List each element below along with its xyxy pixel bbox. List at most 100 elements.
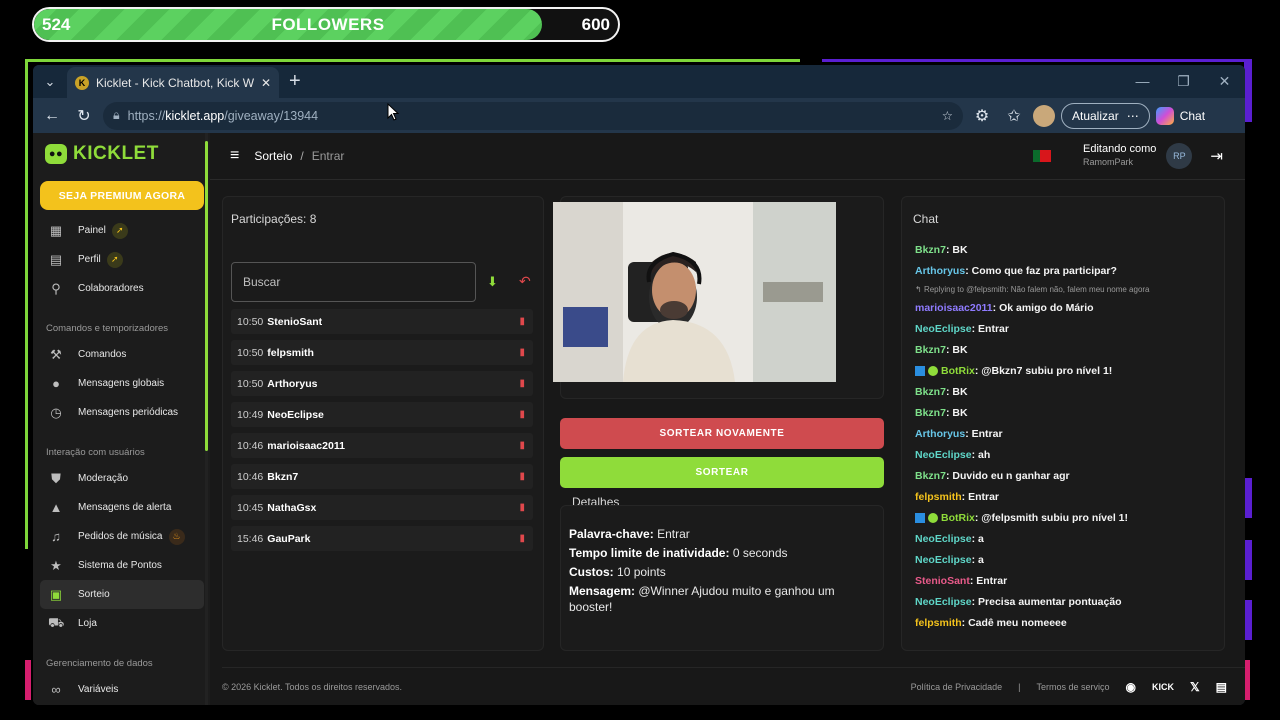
lock-icon: 🔒︎	[113, 108, 120, 122]
trash-icon[interactable]: ▮	[519, 347, 525, 358]
breadcrumb-sorteio[interactable]: Sorteio	[254, 149, 292, 163]
browser-tab[interactable]: K Kicklet - Kick Chatbot, Kick Widget ✕	[67, 67, 279, 98]
trash-icon[interactable]: ▮	[519, 533, 525, 544]
trash-icon[interactable]: ▮	[519, 378, 525, 389]
chat-username[interactable]: Bkzn7	[915, 470, 946, 482]
sidebar-item-perfil[interactable]: ▤ Perfil ➚	[40, 245, 204, 274]
chat-username[interactable]: NeoEclipse	[915, 449, 972, 461]
sidebar-item-comandos[interactable]: ⚒ Comandos	[40, 340, 204, 369]
chat-username[interactable]: Bkzn7	[915, 244, 946, 256]
new-tab-icon[interactable]: +	[289, 70, 301, 93]
chat-username[interactable]: NeoEclipse	[915, 323, 972, 335]
chat-text: @Bkzn7 subiu pro nível 1!	[981, 364, 1113, 377]
favorites-icon[interactable]: ✩	[1001, 103, 1027, 129]
chat-username[interactable]: felpsmith	[915, 617, 962, 629]
sidebar-item-colaboradores[interactable]: ⚲ Colaboradores	[40, 274, 204, 303]
sidebar-item-modera-o[interactable]: ⛊ Moderação	[40, 464, 204, 493]
discord-icon[interactable]: ◉	[1126, 680, 1136, 694]
redraw-button[interactable]: SORTEAR NOVAMENTE	[560, 418, 884, 449]
hammer-icon: ⚒	[50, 346, 62, 362]
favorite-star-icon[interactable]: ☆	[942, 108, 953, 123]
chat-messages: Bkzn7: BK Arthoryus: Como que faz pra par…	[915, 239, 1221, 633]
chat-username[interactable]: Bkzn7	[915, 386, 946, 398]
sidebar-item-label: Moderação	[78, 473, 129, 484]
sidebar-item-mensagens-globais[interactable]: ● Mensagens globais	[40, 369, 204, 398]
update-button[interactable]: Atualizar ⋯	[1061, 102, 1150, 129]
followers-label: FOLLOWERS	[271, 15, 385, 34]
profile-avatar[interactable]	[1033, 104, 1055, 127]
url-bar[interactable]: 🔒︎ https://kicklet.app/giveaway/13944 ☆	[103, 101, 963, 130]
sidebar-item-sistema-de-pontos[interactable]: ★ Sistema de Pontos	[40, 551, 204, 580]
download-icon[interactable]: ⬇	[487, 274, 498, 290]
trash-icon[interactable]: ▮	[519, 471, 525, 482]
chat-message: Arthoryus: Entrar	[915, 427, 1003, 440]
trash-icon[interactable]: ▮	[519, 409, 525, 420]
sidebar-item-mensagens-peri-dicas[interactable]: ◷ Mensagens periódicas	[40, 398, 204, 427]
participant-name: StenioSant	[267, 315, 323, 328]
sidebar-item-pedidos-de-m-sica[interactable]: ♫ Pedidos de música ♨	[40, 522, 204, 551]
participant-row: 10:50 StenioSant ▮	[231, 309, 533, 334]
participant-row: 10:50 Arthoryus ▮	[231, 371, 533, 396]
chat-username[interactable]: Bkzn7	[915, 407, 946, 419]
logout-icon[interactable]: ⇥	[1210, 147, 1223, 165]
kicklet-logo[interactable]: ●● KICKLET	[40, 141, 204, 167]
premium-button[interactable]: SEJA PREMIUM AGORA	[40, 181, 204, 210]
detail-message: Mensagem: @Winner Ajudou muito e ganhou …	[569, 584, 835, 614]
extensions-icon[interactable]: ⚙	[969, 103, 995, 129]
dashboard-icon: ▦	[49, 222, 63, 238]
menu-toggle-icon[interactable]: ≡	[230, 147, 239, 165]
restore-icon[interactable]: ❐	[1163, 73, 1204, 90]
chat-username[interactable]: Bkzn7	[915, 344, 946, 356]
trash-icon[interactable]: ▮	[519, 316, 525, 327]
chat-username[interactable]: NeoEclipse	[915, 596, 972, 608]
kick-icon[interactable]: KICK	[1152, 682, 1174, 692]
reply-arrow-icon: ↰	[915, 284, 924, 294]
tab-close-icon[interactable]: ✕	[261, 76, 271, 90]
title-bar: ⌄ K Kicklet - Kick Chatbot, Kick Widget …	[33, 65, 1245, 98]
copilot-chat-button[interactable]: Chat	[1155, 106, 1205, 125]
chat-text: @felpsmith subiu pro nível 1!	[981, 511, 1129, 524]
trash-icon[interactable]: ▮	[519, 440, 525, 451]
close-window-icon[interactable]: ✕	[1204, 73, 1245, 90]
x-icon[interactable]: 𝕏	[1190, 680, 1200, 694]
sidebar-item-loja[interactable]: ⛟ Loja	[40, 609, 204, 638]
search-input[interactable]: Buscar	[231, 262, 476, 302]
tab-list-chevron-icon[interactable]: ⌄	[37, 69, 63, 95]
document-icon[interactable]: ▤	[1216, 680, 1227, 694]
portugal-flag-icon[interactable]	[1033, 150, 1052, 162]
chat-username[interactable]: BotRix	[941, 512, 975, 524]
trash-icon[interactable]: ▮	[519, 502, 525, 513]
chat-username[interactable]: marioisaac2011	[915, 302, 993, 314]
chat-username[interactable]: BotRix	[941, 365, 975, 377]
chat-username[interactable]: Arthoryus	[915, 428, 965, 440]
reload-icon[interactable]: ↻	[71, 103, 97, 129]
privacy-link[interactable]: Política de Privacidade	[911, 682, 1003, 692]
music-icon: ♫	[51, 529, 61, 544]
chat-username[interactable]: Arthoryus	[915, 265, 965, 277]
draw-button[interactable]: SORTEAR	[560, 457, 884, 488]
sidebar-item-label: Painel	[78, 225, 106, 236]
participant-time: 10:50	[237, 377, 264, 390]
sidebar-item-sorteio[interactable]: ▣ Sorteio	[40, 580, 204, 609]
back-arrow-icon[interactable]: ←	[39, 103, 65, 129]
chat-message: felpsmith: Entrar	[915, 490, 1000, 503]
sidebar-item-mensagens-de-alerta[interactable]: ▲ Mensagens de alerta	[40, 493, 204, 522]
sidebar-item-vari-veis[interactable]: ∞ Variáveis	[40, 675, 204, 704]
verified-badge-icon	[928, 512, 938, 523]
user-avatar[interactable]: RP	[1166, 143, 1193, 169]
sidebar-scroll-thumb[interactable]	[205, 141, 208, 451]
chat-username[interactable]: StenioSant	[915, 575, 970, 587]
undo-icon[interactable]: ↶	[519, 273, 531, 290]
chat-username[interactable]: NeoEclipse	[915, 554, 972, 566]
cart-icon: ⛟	[48, 614, 65, 630]
verified-badge-icon	[928, 365, 938, 376]
participant-row: 10:45 NathaGsx ▮	[231, 495, 533, 520]
followers-goal: 600	[581, 15, 610, 34]
chat-panel: Chat Bkzn7: BK Arthoryus: Como que faz pr…	[901, 196, 1225, 651]
sidebar-item-painel[interactable]: ▦ Painel ➚	[40, 216, 204, 245]
minimize-icon[interactable]: —	[1122, 73, 1163, 90]
chat-username[interactable]: NeoEclipse	[915, 533, 972, 545]
chat-username[interactable]: felpsmith	[915, 491, 962, 503]
kicklet-favicon-icon: K	[75, 75, 89, 90]
terms-link[interactable]: Termos de serviço	[1036, 682, 1109, 692]
